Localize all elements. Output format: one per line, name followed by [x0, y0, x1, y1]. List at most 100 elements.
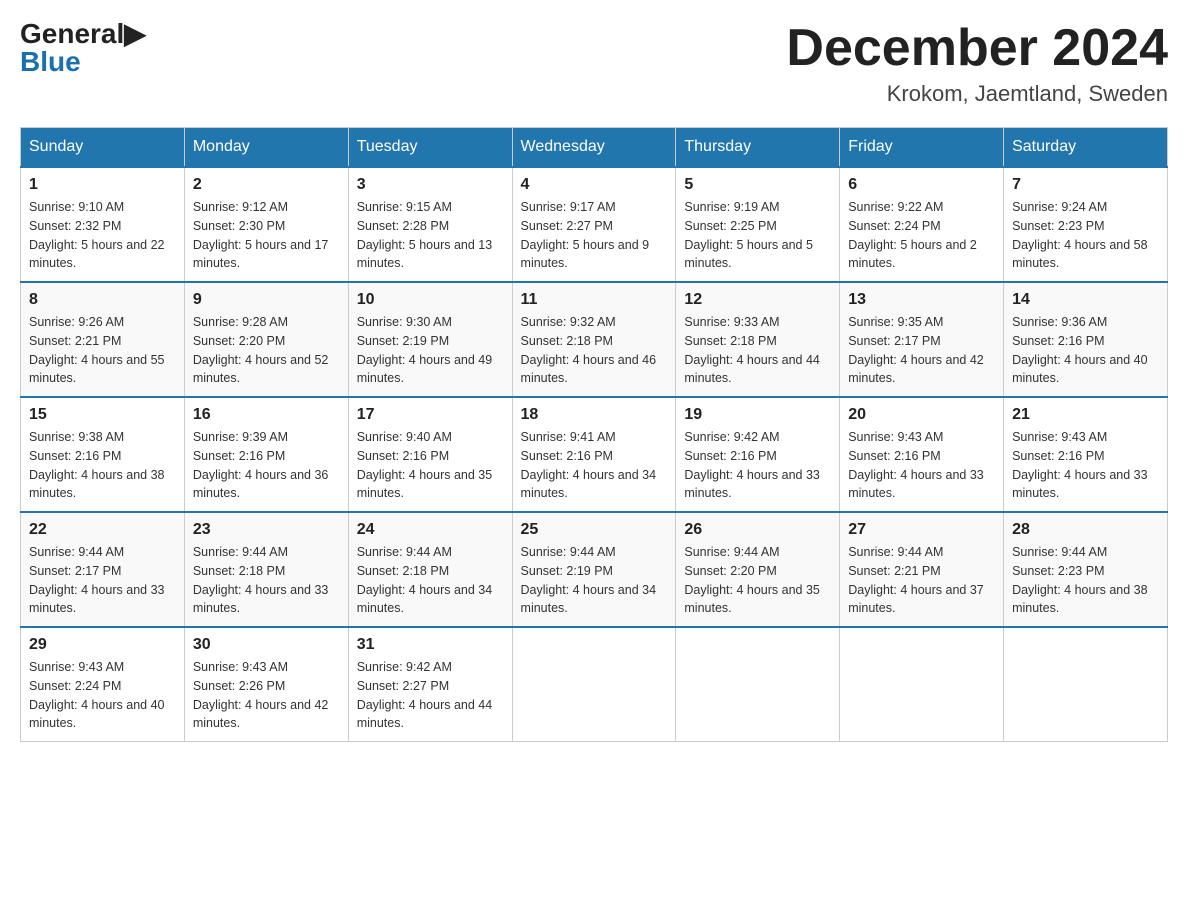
- month-year-title: December 2024: [786, 20, 1168, 77]
- day-number: 19: [684, 406, 831, 424]
- calendar-cell: 14 Sunrise: 9:36 AMSunset: 2:16 PMDayligh…: [1004, 282, 1168, 397]
- day-info: Sunrise: 9:44 AMSunset: 2:23 PMDaylight:…: [1012, 543, 1159, 618]
- day-info: Sunrise: 9:22 AMSunset: 2:24 PMDaylight:…: [848, 198, 995, 273]
- day-number: 30: [193, 636, 340, 654]
- day-info: Sunrise: 9:44 AMSunset: 2:19 PMDaylight:…: [521, 543, 668, 618]
- day-info: Sunrise: 9:44 AMSunset: 2:17 PMDaylight:…: [29, 543, 176, 618]
- calendar-cell: 16 Sunrise: 9:39 AMSunset: 2:16 PMDayligh…: [184, 397, 348, 512]
- day-number: 1: [29, 176, 176, 194]
- day-info: Sunrise: 9:44 AMSunset: 2:21 PMDaylight:…: [848, 543, 995, 618]
- day-info: Sunrise: 9:43 AMSunset: 2:16 PMDaylight:…: [1012, 428, 1159, 503]
- calendar-cell: 31 Sunrise: 9:42 AMSunset: 2:27 PMDayligh…: [348, 627, 512, 742]
- day-info: Sunrise: 9:44 AMSunset: 2:18 PMDaylight:…: [357, 543, 504, 618]
- day-number: 16: [193, 406, 340, 424]
- day-info: Sunrise: 9:43 AMSunset: 2:24 PMDaylight:…: [29, 658, 176, 733]
- day-info: Sunrise: 9:40 AMSunset: 2:16 PMDaylight:…: [357, 428, 504, 503]
- calendar-cell: 25 Sunrise: 9:44 AMSunset: 2:19 PMDayligh…: [512, 512, 676, 627]
- day-info: Sunrise: 9:38 AMSunset: 2:16 PMDaylight:…: [29, 428, 176, 503]
- day-number: 5: [684, 176, 831, 194]
- calendar-table: SundayMondayTuesdayWednesdayThursdayFrid…: [20, 127, 1168, 742]
- day-number: 7: [1012, 176, 1159, 194]
- day-info: Sunrise: 9:17 AMSunset: 2:27 PMDaylight:…: [521, 198, 668, 273]
- calendar-cell: 24 Sunrise: 9:44 AMSunset: 2:18 PMDayligh…: [348, 512, 512, 627]
- calendar-cell: 17Sunrise: 9:40 AMSunset: 2:16 PMDayligh…: [348, 397, 512, 512]
- logo-blue-text: Blue: [20, 48, 81, 76]
- day-number: 13: [848, 291, 995, 309]
- calendar-cell: 1 Sunrise: 9:10 AMSunset: 2:32 PMDaylight…: [21, 167, 185, 282]
- day-info: Sunrise: 9:30 AMSunset: 2:19 PMDaylight:…: [357, 313, 504, 388]
- calendar-cell: 12 Sunrise: 9:33 AMSunset: 2:18 PMDayligh…: [676, 282, 840, 397]
- day-number: 23: [193, 521, 340, 539]
- calendar-cell: [512, 627, 676, 742]
- calendar-cell: 15Sunrise: 9:38 AMSunset: 2:16 PMDayligh…: [21, 397, 185, 512]
- day-info: Sunrise: 9:43 AMSunset: 2:26 PMDaylight:…: [193, 658, 340, 733]
- day-number: 6: [848, 176, 995, 194]
- calendar-cell: 9 Sunrise: 9:28 AMSunset: 2:20 PMDaylight…: [184, 282, 348, 397]
- day-number: 22: [29, 521, 176, 539]
- calendar-cell: 21 Sunrise: 9:43 AMSunset: 2:16 PMDayligh…: [1004, 397, 1168, 512]
- calendar-cell: [676, 627, 840, 742]
- day-info: Sunrise: 9:28 AMSunset: 2:20 PMDaylight:…: [193, 313, 340, 388]
- calendar-header-sunday: Sunday: [21, 128, 185, 168]
- day-number: 24: [357, 521, 504, 539]
- day-info: Sunrise: 9:36 AMSunset: 2:16 PMDaylight:…: [1012, 313, 1159, 388]
- calendar-week-row: 8 Sunrise: 9:26 AMSunset: 2:21 PMDaylight…: [21, 282, 1168, 397]
- day-number: 25: [521, 521, 668, 539]
- day-info: Sunrise: 9:12 AMSunset: 2:30 PMDaylight:…: [193, 198, 340, 273]
- day-info: Sunrise: 9:33 AMSunset: 2:18 PMDaylight:…: [684, 313, 831, 388]
- calendar-cell: 13Sunrise: 9:35 AMSunset: 2:17 PMDayligh…: [840, 282, 1004, 397]
- day-number: 8: [29, 291, 176, 309]
- calendar-cell: 30 Sunrise: 9:43 AMSunset: 2:26 PMDayligh…: [184, 627, 348, 742]
- day-info: Sunrise: 9:44 AMSunset: 2:18 PMDaylight:…: [193, 543, 340, 618]
- calendar-cell: 22 Sunrise: 9:44 AMSunset: 2:17 PMDayligh…: [21, 512, 185, 627]
- calendar-cell: 28 Sunrise: 9:44 AMSunset: 2:23 PMDayligh…: [1004, 512, 1168, 627]
- day-info: Sunrise: 9:42 AMSunset: 2:27 PMDaylight:…: [357, 658, 504, 733]
- calendar-header-saturday: Saturday: [1004, 128, 1168, 168]
- day-number: 4: [521, 176, 668, 194]
- day-number: 12: [684, 291, 831, 309]
- day-number: 26: [684, 521, 831, 539]
- calendar-cell: 20 Sunrise: 9:43 AMSunset: 2:16 PMDayligh…: [840, 397, 1004, 512]
- day-info: Sunrise: 9:19 AMSunset: 2:25 PMDaylight:…: [684, 198, 831, 273]
- day-number: 31: [357, 636, 504, 654]
- day-number: 11: [521, 291, 668, 309]
- day-number: 10: [357, 291, 504, 309]
- calendar-cell: 27Sunrise: 9:44 AMSunset: 2:21 PMDayligh…: [840, 512, 1004, 627]
- calendar-cell: 4 Sunrise: 9:17 AMSunset: 2:27 PMDaylight…: [512, 167, 676, 282]
- day-info: Sunrise: 9:42 AMSunset: 2:16 PMDaylight:…: [684, 428, 831, 503]
- day-number: 29: [29, 636, 176, 654]
- calendar-cell: 7Sunrise: 9:24 AMSunset: 2:23 PMDaylight…: [1004, 167, 1168, 282]
- calendar-cell: 6 Sunrise: 9:22 AMSunset: 2:24 PMDaylight…: [840, 167, 1004, 282]
- day-info: Sunrise: 9:10 AMSunset: 2:32 PMDaylight:…: [29, 198, 176, 273]
- calendar-week-row: 29 Sunrise: 9:43 AMSunset: 2:24 PMDayligh…: [21, 627, 1168, 742]
- day-number: 21: [1012, 406, 1159, 424]
- day-info: Sunrise: 9:44 AMSunset: 2:20 PMDaylight:…: [684, 543, 831, 618]
- calendar-header-friday: Friday: [840, 128, 1004, 168]
- calendar-header-monday: Monday: [184, 128, 348, 168]
- calendar-cell: [1004, 627, 1168, 742]
- calendar-header-thursday: Thursday: [676, 128, 840, 168]
- calendar-cell: 26 Sunrise: 9:44 AMSunset: 2:20 PMDayligh…: [676, 512, 840, 627]
- calendar-header-tuesday: Tuesday: [348, 128, 512, 168]
- day-number: 9: [193, 291, 340, 309]
- day-number: 14: [1012, 291, 1159, 309]
- calendar-cell: 23 Sunrise: 9:44 AMSunset: 2:18 PMDayligh…: [184, 512, 348, 627]
- day-number: 18: [521, 406, 668, 424]
- calendar-cell: 11Sunrise: 9:32 AMSunset: 2:18 PMDayligh…: [512, 282, 676, 397]
- logo-general-text: General▶: [20, 20, 146, 48]
- day-number: 28: [1012, 521, 1159, 539]
- calendar-week-row: 22 Sunrise: 9:44 AMSunset: 2:17 PMDayligh…: [21, 512, 1168, 627]
- calendar-cell: 2 Sunrise: 9:12 AMSunset: 2:30 PMDaylight…: [184, 167, 348, 282]
- day-number: 20: [848, 406, 995, 424]
- day-info: Sunrise: 9:41 AMSunset: 2:16 PMDaylight:…: [521, 428, 668, 503]
- title-block: December 2024 Krokom, Jaemtland, Sweden: [786, 20, 1168, 107]
- day-number: 2: [193, 176, 340, 194]
- location-subtitle: Krokom, Jaemtland, Sweden: [786, 81, 1168, 107]
- day-info: Sunrise: 9:39 AMSunset: 2:16 PMDaylight:…: [193, 428, 340, 503]
- day-info: Sunrise: 9:43 AMSunset: 2:16 PMDaylight:…: [848, 428, 995, 503]
- calendar-cell: 5 Sunrise: 9:19 AMSunset: 2:25 PMDaylight…: [676, 167, 840, 282]
- day-info: Sunrise: 9:26 AMSunset: 2:21 PMDaylight:…: [29, 313, 176, 388]
- day-info: Sunrise: 9:15 AMSunset: 2:28 PMDaylight:…: [357, 198, 504, 273]
- logo: General▶ Blue: [20, 20, 146, 76]
- day-number: 3: [357, 176, 504, 194]
